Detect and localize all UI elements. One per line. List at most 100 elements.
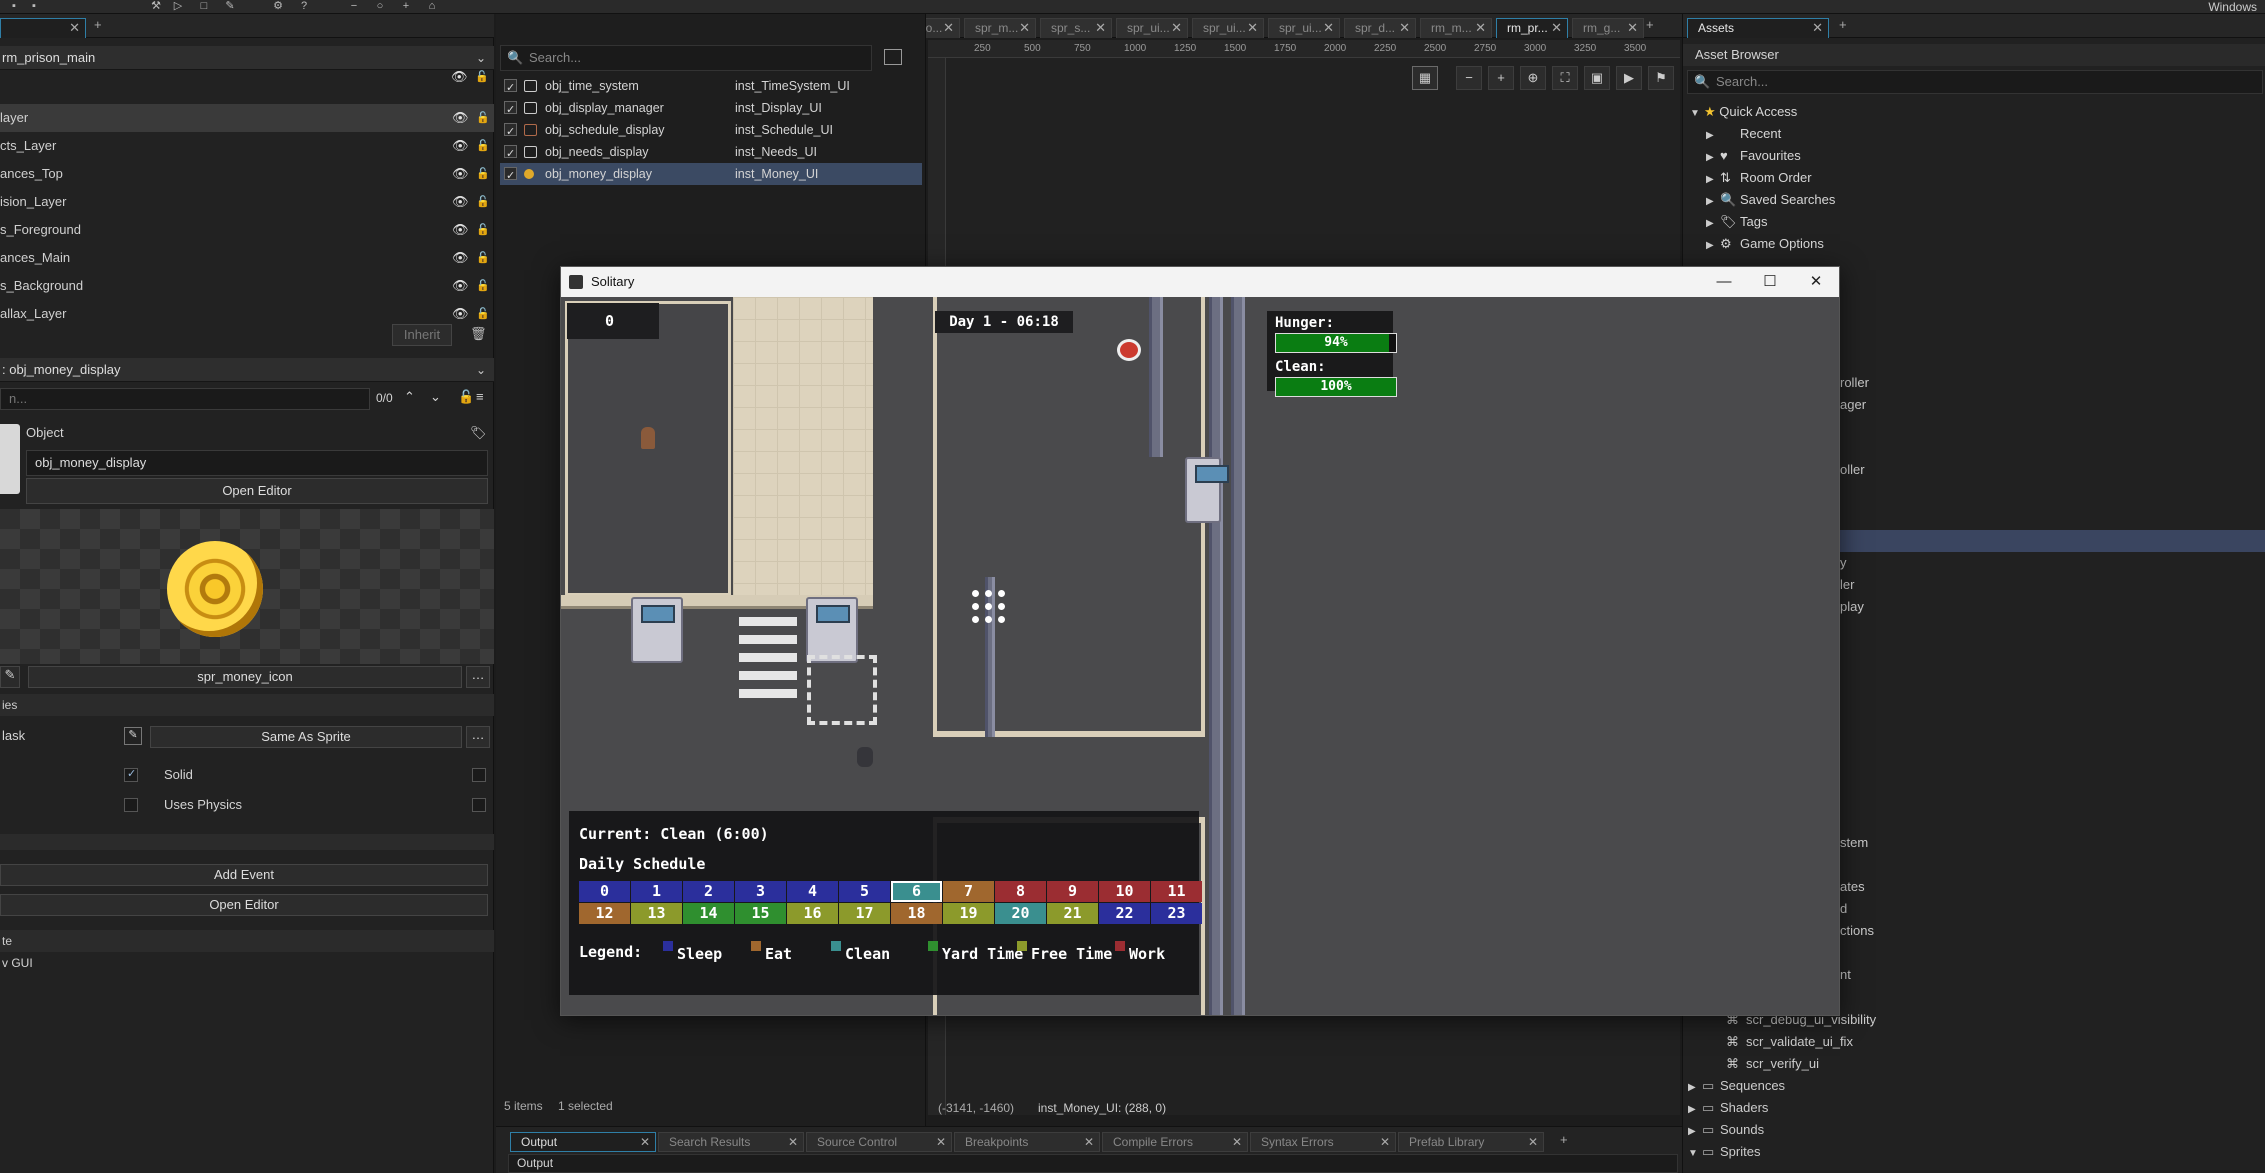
mask-edit-icon[interactable]: ✎: [124, 727, 142, 745]
eye-icon[interactable]: 👁: [452, 139, 469, 153]
close-icon[interactable]: ✕: [1232, 1133, 1242, 1151]
layer-row[interactable]: ances_Top 👁 🔓: [0, 160, 494, 188]
output-tab[interactable]: Output ✕: [510, 1132, 656, 1152]
add-tab-icon[interactable]: +: [1839, 17, 1847, 32]
asset-item[interactable]: d: [1840, 898, 1847, 920]
output-tab[interactable]: Search Results ✕: [658, 1132, 804, 1152]
zoom-out-icon[interactable]: −: [1456, 66, 1482, 90]
zoom-out-icon[interactable]: −: [346, 0, 362, 12]
save-icon[interactable]: ▪: [6, 0, 22, 12]
asset-item[interactable]: oller: [1840, 459, 1865, 481]
maximize-icon[interactable]: ☐: [1747, 267, 1793, 297]
player-icon[interactable]: [641, 427, 655, 449]
expand-icon[interactable]: ▶: [1706, 191, 1720, 213]
instance-row[interactable]: obj_money_display inst_Money_UI: [500, 163, 922, 187]
instance-row[interactable]: obj_needs_display inst_Needs_UI: [500, 141, 922, 165]
asset-item[interactable]: play: [1840, 596, 1864, 618]
asset-item[interactable]: ler: [1840, 574, 1854, 596]
quick-access-item[interactable]: ▶ 🔍 Saved Searches: [1706, 189, 1835, 211]
home-icon[interactable]: ⌂: [424, 0, 440, 12]
instance-search-input[interactable]: 🔍 Search...: [500, 45, 872, 71]
stop-icon[interactable]: □: [196, 0, 212, 12]
asset-folder[interactable]: ▶ ▭ Sounds: [1688, 1119, 1764, 1141]
asset-folder[interactable]: ▼ ▭ Sprites: [1688, 1141, 1760, 1163]
expand-icon[interactable]: ▶: [1706, 147, 1720, 169]
close-icon[interactable]: ✕: [1812, 19, 1823, 37]
room-selector[interactable]: rm_prison_main ⌄: [0, 46, 494, 70]
chevron-down-icon[interactable]: ⌄: [476, 358, 486, 382]
instance-checkbox[interactable]: [504, 143, 517, 165]
tab-room-editor[interactable]: ✕: [0, 18, 86, 38]
eye-icon[interactable]: 👁: [452, 251, 469, 265]
close-icon[interactable]: ✕: [936, 1133, 946, 1151]
settings-icon[interactable]: ⚙: [270, 0, 286, 12]
lock-icon[interactable]: 🔓: [476, 307, 490, 321]
list-view-icon[interactable]: [884, 49, 902, 65]
close-icon[interactable]: ✕: [1528, 1133, 1538, 1151]
inherit-button[interactable]: Inherit: [392, 324, 452, 346]
close-icon[interactable]: ✕: [1019, 19, 1030, 37]
eye-icon[interactable]: 👁: [452, 223, 469, 237]
add-tab-icon[interactable]: +: [1560, 1132, 1568, 1147]
help-icon[interactable]: ?: [296, 0, 312, 12]
eye-icon[interactable]: 👁: [451, 70, 468, 84]
layer-row[interactable]: s_Background 👁 🔓: [0, 272, 494, 300]
lock-icon[interactable]: 🔓: [476, 195, 490, 209]
output-console[interactable]: Output: [508, 1154, 1678, 1173]
expand-icon[interactable]: ▶: [1706, 213, 1720, 235]
close-icon[interactable]: ✕: [788, 1133, 798, 1151]
eye-icon[interactable]: 👁: [452, 167, 469, 181]
grid-icon[interactable]: ▦: [1412, 66, 1438, 90]
asset-folder[interactable]: ▶ ▭ Shaders: [1688, 1097, 1768, 1119]
output-tab[interactable]: Breakpoints ✕: [954, 1132, 1100, 1152]
lock-icon[interactable]: 🔓: [475, 70, 489, 84]
layer-row[interactable]: s_Foreground 👁 🔓: [0, 216, 494, 244]
asset-item[interactable]: stem: [1840, 832, 1868, 854]
sprite-select-button[interactable]: spr_money_icon: [28, 666, 462, 688]
instance-checkbox[interactable]: [504, 121, 517, 143]
chevron-down-icon[interactable]: ⌄: [476, 46, 486, 70]
close-icon[interactable]: ✕: [1475, 19, 1486, 37]
minimize-icon[interactable]: —: [1701, 267, 1747, 297]
open-editor-button[interactable]: Open Editor: [26, 478, 488, 504]
quick-access-item[interactable]: ▶ ⚙ Game Options: [1706, 233, 1824, 255]
instance-checkbox[interactable]: [504, 77, 517, 99]
layer-row[interactable]: layer 👁 🔓: [0, 104, 494, 132]
layer-row[interactable]: ision_Layer 👁 🔓: [0, 188, 494, 216]
tab-assets[interactable]: Assets ✕: [1687, 18, 1829, 38]
object-name-field[interactable]: obj_money_display: [26, 450, 488, 476]
asset-search-input[interactable]: 🔍 Search...: [1687, 70, 2263, 94]
frame-icon[interactable]: ▣: [1584, 66, 1610, 90]
mask-select-button[interactable]: Same As Sprite: [150, 726, 462, 748]
expand-icon[interactable]: ▶: [1706, 235, 1720, 257]
properties-section[interactable]: ies: [0, 694, 494, 716]
eye-icon[interactable]: 👁: [452, 279, 469, 293]
zoom-fit-icon[interactable]: ⊕: [1520, 66, 1546, 90]
brush-icon[interactable]: ✎: [0, 666, 20, 688]
windows-label[interactable]: Windows: [2208, 0, 2257, 14]
eye-icon[interactable]: 👁: [452, 195, 469, 209]
expand-icon[interactable]: ▼: [1688, 1143, 1702, 1165]
output-tab[interactable]: Compile Errors ✕: [1102, 1132, 1248, 1152]
close-icon[interactable]: ✕: [69, 19, 80, 37]
instance-search[interactable]: n...: [0, 388, 370, 410]
output-tab[interactable]: Source Control ✕: [806, 1132, 952, 1152]
eye-icon[interactable]: 👁: [452, 307, 469, 321]
mask-more-button[interactable]: …: [466, 726, 490, 748]
room-tab[interactable]: rm_pr... ✕: [1496, 18, 1568, 38]
instance-row[interactable]: obj_schedule_display inst_Schedule_UI: [500, 119, 922, 143]
room-tab[interactable]: spr_ui...✕: [1192, 18, 1264, 38]
asset-item[interactable]: ates: [1840, 876, 1865, 898]
zoom-in-icon[interactable]: +: [398, 0, 414, 12]
lock-icon[interactable]: 🔓: [476, 167, 490, 181]
events-section[interactable]: [0, 834, 494, 850]
room-tab[interactable]: rm_m... ✕: [1420, 18, 1492, 38]
lock-icon[interactable]: 🔓: [476, 223, 490, 237]
zoom-reset-icon[interactable]: ○: [372, 0, 388, 12]
close-icon[interactable]: ✕: [1323, 19, 1334, 37]
expand-icon[interactable]: ▶: [1688, 1077, 1702, 1099]
room-tab[interactable]: spr_d... ✕: [1344, 18, 1416, 38]
open-editor-button-2[interactable]: Open Editor: [0, 894, 488, 916]
close-icon[interactable]: ✕: [1247, 19, 1258, 37]
menu-icon[interactable]: ≡: [476, 389, 484, 404]
